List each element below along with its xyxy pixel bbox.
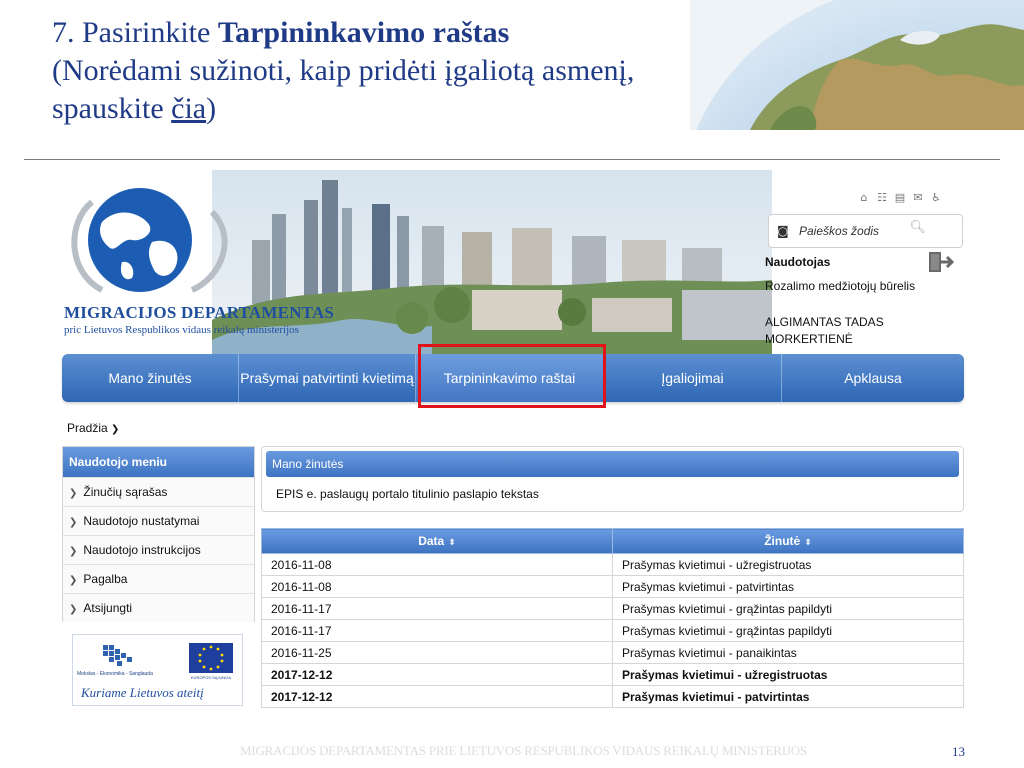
table-row[interactable]: 2016-11-25 Prašymas kvietimui - panaikint… xyxy=(261,641,964,664)
eu-small-text: Mokslas - Ekonomika - Sanglauda xyxy=(77,671,153,677)
migration-logo xyxy=(71,188,228,293)
row-date: 2016-11-08 xyxy=(261,553,613,576)
nav-apklausa[interactable]: Apklausa xyxy=(782,354,964,402)
binoculars-icon: ◙ xyxy=(777,224,789,238)
table-row[interactable]: 2016-11-17 Prašymas kvietimui - grąžintas… xyxy=(261,597,964,620)
help-link[interactable]: čia xyxy=(171,92,206,125)
user-menu-title: Naudotojo meniu xyxy=(63,447,254,477)
row-message: Prašymas kvietimui - patvirtintas xyxy=(612,685,964,708)
globe-image xyxy=(690,0,1024,130)
sidebar-item-logout[interactable]: ❯ Atsijungti xyxy=(63,593,254,622)
title-line-3-post: ) xyxy=(206,92,217,125)
print-icon[interactable]: ▤ xyxy=(894,192,906,204)
breadcrumb[interactable]: Pradžia ❯ xyxy=(67,421,119,435)
messages-table: Data ⬍ Žinutė ⬍ 2016-11-08 Prašymas kvietim… xyxy=(261,528,964,708)
row-date: 2016-11-25 xyxy=(261,641,613,664)
table-row[interactable]: 2016-11-08 Prašymas kvietimui - patvirtin… xyxy=(261,575,964,598)
sidebar-item-instructions[interactable]: ❯ Naudotojo instrukcijos xyxy=(63,535,254,564)
row-date: 2016-11-08 xyxy=(261,575,613,598)
nav-igaliojimai[interactable]: Įgaliojimai xyxy=(604,354,782,402)
sidebar-item-settings[interactable]: ❯ Naudotojo nustatymai xyxy=(63,506,254,535)
row-date: 2017-12-12 xyxy=(261,663,613,686)
eu-flag-text: EUROPOS SĄJUNGA xyxy=(191,675,232,680)
main-nav: Mano žinutės Prašymai patvirtinti kvieti… xyxy=(62,354,964,402)
nav-prasymai[interactable]: Prašymai patvirtinti kvietimą xyxy=(239,354,416,402)
sort-icon[interactable]: ⬍ xyxy=(448,538,456,548)
sidebar-item-label: Pagalba xyxy=(83,572,128,586)
user-organization: Rozalimo medžiotojų būrelis xyxy=(765,279,916,293)
row-message: Prašymas kvietimui - užregistruotas xyxy=(612,663,964,686)
breadcrumb-home[interactable]: Pradžia xyxy=(67,421,108,435)
table-row[interactable]: 2016-11-17 Prašymas kvietimui - grąžintas… xyxy=(261,619,964,642)
slide-footer: MIGRACIJOS DEPARTAMENTAS PRIE LIETUVOS R… xyxy=(240,743,807,758)
row-message: Prašymas kvietimui - patvirtintas xyxy=(612,575,964,598)
chevron-right-icon: ❯ xyxy=(69,546,78,557)
user-name-line-1: ALGIMANTAS TADAS xyxy=(765,315,884,329)
portal-screenshot: MIGRACIJOS DEPARTAMENTAS pric Lietuvos R… xyxy=(62,170,964,715)
sidebar-item-messages[interactable]: ❯ Žinučių sąrašas xyxy=(63,477,254,506)
chevron-right-icon: ❯ xyxy=(69,604,78,615)
news-panel-title: Mano žinutės xyxy=(266,451,959,477)
sidebar-item-label: Žinučių sąrašas xyxy=(83,485,168,499)
table-row-unread[interactable]: 2017-12-12 Prašymas kvietimui - patvirtin… xyxy=(261,685,964,708)
eu-slogan: Kuriame Lietuvos ateitį xyxy=(81,685,204,700)
news-panel-body: EPIS e. paslaugų portalo titulinio pasla… xyxy=(276,487,539,501)
user-label: Naudotojas xyxy=(765,255,831,269)
row-message: Prašymas kvietimui - užregistruotas xyxy=(612,553,964,576)
user-name-line-2: MORKERTIENĖ xyxy=(765,332,853,346)
table-row[interactable]: 2016-11-08 Prašymas kvietimui - užregistr… xyxy=(261,553,964,576)
row-date: 2016-11-17 xyxy=(261,597,613,620)
chevron-right-icon: ❯ xyxy=(69,517,78,528)
slide-title: 7. Pasirinkite Tarpininkavimo raštas (Nor… xyxy=(52,14,732,128)
news-panel: Mano žinutės EPIS e. paslaugų portalo ti… xyxy=(261,446,964,512)
sort-icon[interactable]: ⬍ xyxy=(804,538,812,548)
home-icon[interactable]: ⌂ xyxy=(858,192,870,204)
row-message: Prašymas kvietimui - grąžintas papildyti xyxy=(612,597,964,620)
column-header-message[interactable]: Žinutė ⬍ xyxy=(612,528,964,554)
search-icon[interactable]: 🔍︎ xyxy=(909,220,926,235)
sidebar-item-help[interactable]: ❯ Pagalba xyxy=(63,564,254,593)
column-header-date[interactable]: Data ⬍ xyxy=(261,528,613,554)
search-input[interactable] xyxy=(799,224,919,238)
title-line-2: (Norėdami sužinoti, kaip pridėti įgaliot… xyxy=(52,54,635,87)
org-name: MIGRACIJOS DEPARTAMENTAS xyxy=(64,303,335,322)
search-box: ◙ 🔍︎ xyxy=(768,214,963,248)
column-header-label: Žinutė xyxy=(764,534,801,548)
org-subtitle: pric Lietuvos Respublikos vidaus reikalų… xyxy=(64,324,299,336)
mail-icon[interactable]: ✉ xyxy=(912,192,924,204)
row-message: Prašymas kvietimui - panaikintas xyxy=(612,641,964,664)
nav-mano-zinutes[interactable]: Mano žinutės xyxy=(62,354,239,402)
title-line-3-pre: spauskite xyxy=(52,92,172,125)
title-prefix: 7. Pasirinkite xyxy=(52,16,218,49)
user-menu: Naudotojo meniu ❯ Žinučių sąrašas ❯ Naudot… xyxy=(62,446,255,622)
sidebar-item-label: Atsijungti xyxy=(83,601,133,615)
logout-icon[interactable] xyxy=(928,250,954,274)
utility-toolbar: ⌂ ☷ ▤ ✉ ♿ xyxy=(858,192,942,204)
sidebar-item-label: Naudotojo nustatymai xyxy=(83,514,200,528)
row-message: Prašymas kvietimui - grąžintas papildyti xyxy=(612,619,964,642)
sitemap-icon[interactable]: ☷ xyxy=(876,192,888,204)
chevron-right-icon: ❯ xyxy=(69,575,78,586)
title-highlight: Tarpininkavimo raštas xyxy=(217,16,510,49)
page-number: 13 xyxy=(952,744,965,759)
chevron-right-icon: ❯ xyxy=(111,424,120,435)
sidebar-item-label: Naudotojo instrukcijos xyxy=(83,543,201,557)
table-row-unread[interactable]: 2017-12-12 Prašymas kvietimui - užregistr… xyxy=(261,663,964,686)
chevron-right-icon: ❯ xyxy=(69,488,78,499)
messages-table-body: 2016-11-08 Prašymas kvietimui - užregistr… xyxy=(261,553,964,708)
row-date: 2017-12-12 xyxy=(261,685,613,708)
row-date: 2016-11-17 xyxy=(261,619,613,642)
accessibility-icon[interactable]: ♿ xyxy=(930,192,942,204)
eu-funding-banner[interactable]: Mokslas - Ekonomika - Sanglauda EUROPOS … xyxy=(72,634,243,706)
nav-tarpininkavimo-rastai[interactable]: Tarpininkavimo raštai xyxy=(416,354,604,402)
column-header-label: Data xyxy=(418,534,445,548)
title-divider xyxy=(24,159,1000,160)
